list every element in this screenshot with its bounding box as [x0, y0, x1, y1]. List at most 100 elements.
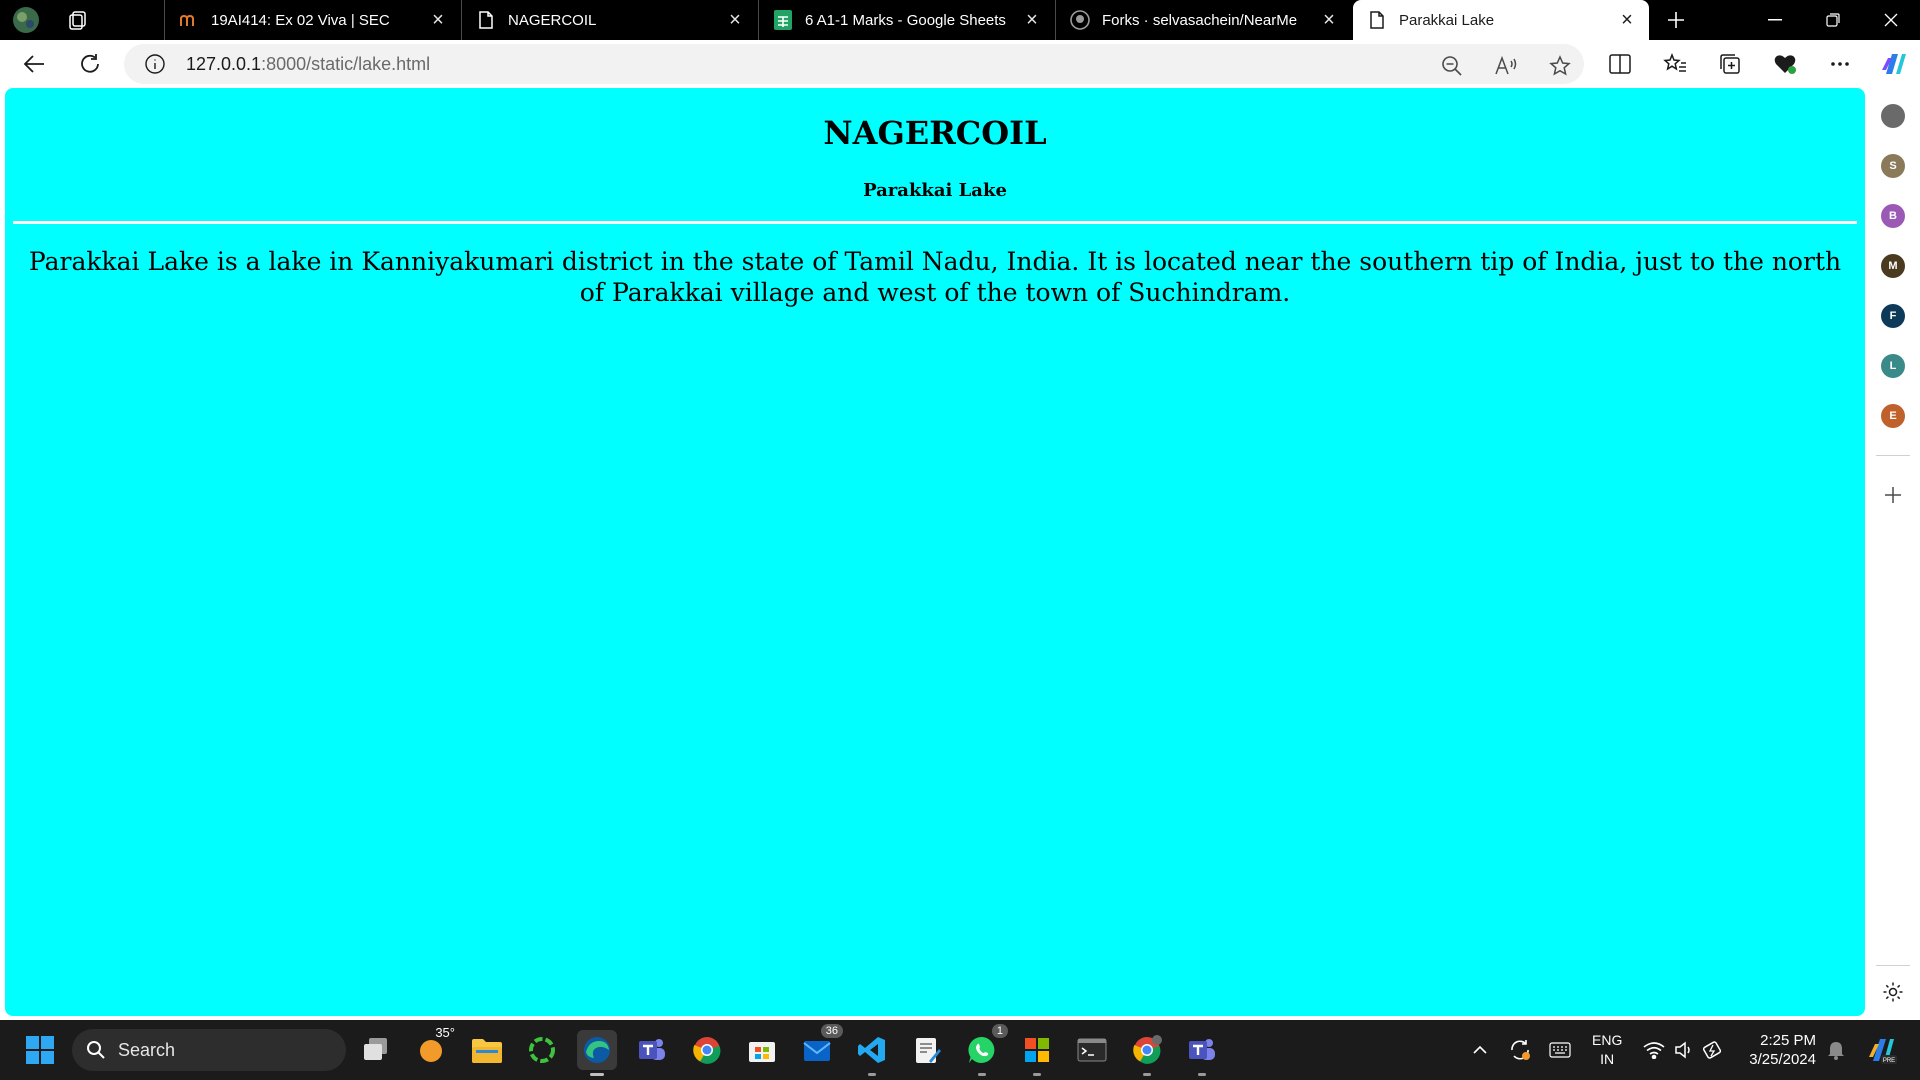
workspaces-icon[interactable]	[62, 4, 94, 36]
chrome-profile-icon[interactable]	[1127, 1030, 1167, 1076]
restore-icon[interactable]	[1804, 0, 1862, 40]
sync-status-icon[interactable]	[1508, 1038, 1532, 1062]
sidebar-app-icon[interactable]	[1881, 104, 1905, 128]
url-text: 127.0.0.1:8000/static/lake.html	[186, 54, 430, 75]
volume-icon[interactable]	[1672, 1038, 1696, 1062]
more-options-icon[interactable]	[1828, 52, 1852, 76]
search-label: Search	[118, 1039, 176, 1060]
url-host: 127.0.0.1	[186, 54, 262, 74]
close-tab-icon[interactable]: ×	[424, 6, 452, 34]
whatsapp-badge: 1	[991, 1024, 1008, 1038]
notepad-icon[interactable]	[907, 1030, 947, 1070]
mail-badge: 36	[820, 1024, 843, 1038]
close-tab-icon[interactable]: ×	[1315, 6, 1343, 34]
sync-app-icon[interactable]	[522, 1030, 562, 1070]
running-indicator	[590, 1073, 604, 1076]
teams-icon[interactable]	[632, 1030, 672, 1070]
language-indicator[interactable]: ENG IN	[1592, 1031, 1622, 1069]
read-aloud-icon[interactable]	[1494, 54, 1518, 78]
microsoft-store-icon[interactable]	[742, 1030, 782, 1070]
tab-bar: 19AI414: Ex 02 Viva | SEC × NAGERCOIL × …	[0, 0, 1920, 40]
web-page: NAGERCOIL Parakkai Lake Parakkai Lake is…	[5, 88, 1865, 1016]
url-path: :8000/static/lake.html	[261, 54, 431, 74]
running-indicator	[978, 1073, 986, 1076]
terminal-icon[interactable]	[1072, 1030, 1112, 1070]
sheets-icon	[773, 10, 793, 30]
back-icon[interactable]	[16, 46, 52, 82]
chrome-icon[interactable]	[687, 1030, 727, 1070]
tab-title: Forks · selvasachein/NearMe	[1102, 11, 1298, 29]
profile-icon[interactable]	[10, 4, 42, 36]
favorites-icon[interactable]	[1663, 52, 1687, 76]
task-view-icon[interactable]	[356, 1030, 396, 1070]
notification-bell-icon[interactable]	[1824, 1038, 1848, 1062]
tab-viva[interactable]: 19AI414: Ex 02 Viva | SEC ×	[164, 0, 460, 40]
copilot-icon[interactable]	[1880, 50, 1908, 78]
refresh-icon[interactable]	[72, 46, 108, 82]
lake-description: Parakkai Lake is a lake in Kanniyakumari…	[28, 247, 1842, 307]
edge-sidebar: S B M F L E	[1866, 88, 1920, 1020]
sidebar-avatar-m[interactable]: M	[1881, 254, 1905, 278]
page-icon	[1367, 10, 1387, 30]
tab-github-forks[interactable]: Forks · selvasachein/NearMe ×	[1055, 0, 1351, 40]
sidebar-settings-icon[interactable]	[1882, 981, 1904, 1003]
battery-icon[interactable]	[1702, 1038, 1726, 1062]
weather-temp: 35°	[435, 1025, 455, 1040]
page-icon	[476, 10, 496, 30]
sidebar-avatar-s[interactable]: S	[1881, 154, 1905, 178]
clock-date: 3/25/2024	[1749, 1051, 1816, 1068]
sidebar-avatar-e[interactable]: E	[1881, 404, 1905, 428]
collections-icon[interactable]	[1718, 52, 1742, 76]
windows-start-icon[interactable]	[20, 1030, 60, 1070]
teams-work-icon[interactable]	[1182, 1030, 1222, 1076]
new-tab-icon[interactable]	[1660, 4, 1692, 36]
file-explorer-icon[interactable]	[467, 1030, 507, 1070]
sidebar-avatar-b[interactable]: B	[1881, 204, 1905, 228]
divider	[13, 221, 1857, 224]
system-clock[interactable]: 2:25 PM 3/25/2024	[1738, 1031, 1816, 1069]
url-field[interactable]: 127.0.0.1:8000/static/lake.html	[124, 44, 1584, 84]
show-hidden-icons-chevron[interactable]	[1468, 1038, 1492, 1062]
tab-google-sheets[interactable]: 6 A1-1 Marks - Google Sheets ×	[758, 0, 1054, 40]
taskbar-search[interactable]: Search	[72, 1029, 346, 1071]
copilot-preview-icon[interactable]: PRE	[1866, 1034, 1898, 1066]
page-heading: NAGERCOIL	[823, 114, 1047, 152]
svg-text:PRE: PRE	[1883, 1058, 1895, 1064]
language-code: ENG	[1592, 1032, 1623, 1048]
running-indicator	[1143, 1073, 1151, 1076]
language-region: IN	[1600, 1051, 1615, 1067]
sidebar-divider	[1876, 965, 1910, 966]
minimize-icon[interactable]	[1746, 0, 1804, 40]
whatsapp-icon[interactable]: 1	[962, 1024, 1008, 1076]
site-info-icon[interactable]	[144, 53, 166, 75]
split-screen-icon[interactable]	[1608, 52, 1632, 76]
close-window-icon[interactable]	[1862, 0, 1920, 40]
tab-title: Parakkai Lake	[1399, 11, 1495, 29]
sidebar-avatar-f[interactable]: F	[1881, 304, 1905, 328]
close-tab-icon[interactable]: ×	[1018, 6, 1046, 34]
running-indicator	[1033, 1073, 1041, 1076]
wifi-icon[interactable]	[1642, 1038, 1666, 1062]
clock-time: 2:25 PM	[1760, 1032, 1816, 1049]
close-tab-icon[interactable]: ×	[721, 6, 749, 34]
moodle-icon	[179, 10, 199, 30]
address-bar: 127.0.0.1:8000/static/lake.html	[0, 40, 1920, 88]
keyboard-icon[interactable]	[1548, 1038, 1572, 1062]
browser-essentials-icon[interactable]	[1773, 52, 1797, 76]
mail-icon[interactable]: 36	[797, 1024, 843, 1070]
running-indicator	[1198, 1073, 1206, 1076]
weather-icon[interactable]: 35°	[412, 1025, 455, 1070]
edge-browser-icon[interactable]	[577, 1030, 617, 1076]
add-sidebar-app-icon[interactable]	[1883, 485, 1903, 505]
favorite-star-icon[interactable]	[1548, 54, 1572, 78]
tab-title: 19AI414: Ex 02 Viva | SEC	[211, 11, 390, 29]
running-indicator	[868, 1073, 876, 1076]
zoom-out-icon[interactable]	[1440, 54, 1464, 78]
tab-parakkai-lake[interactable]: Parakkai Lake ×	[1353, 0, 1649, 40]
office-apps-icon[interactable]	[1017, 1030, 1057, 1076]
windows-taskbar: Search 35° 36 1 ENG IN 2:25 PM 3/25/2024…	[0, 1020, 1920, 1080]
vscode-icon[interactable]	[852, 1030, 892, 1076]
sidebar-avatar-l[interactable]: L	[1881, 354, 1905, 378]
close-tab-icon[interactable]: ×	[1613, 6, 1641, 34]
tab-nagercoil[interactable]: NAGERCOIL ×	[461, 0, 757, 40]
